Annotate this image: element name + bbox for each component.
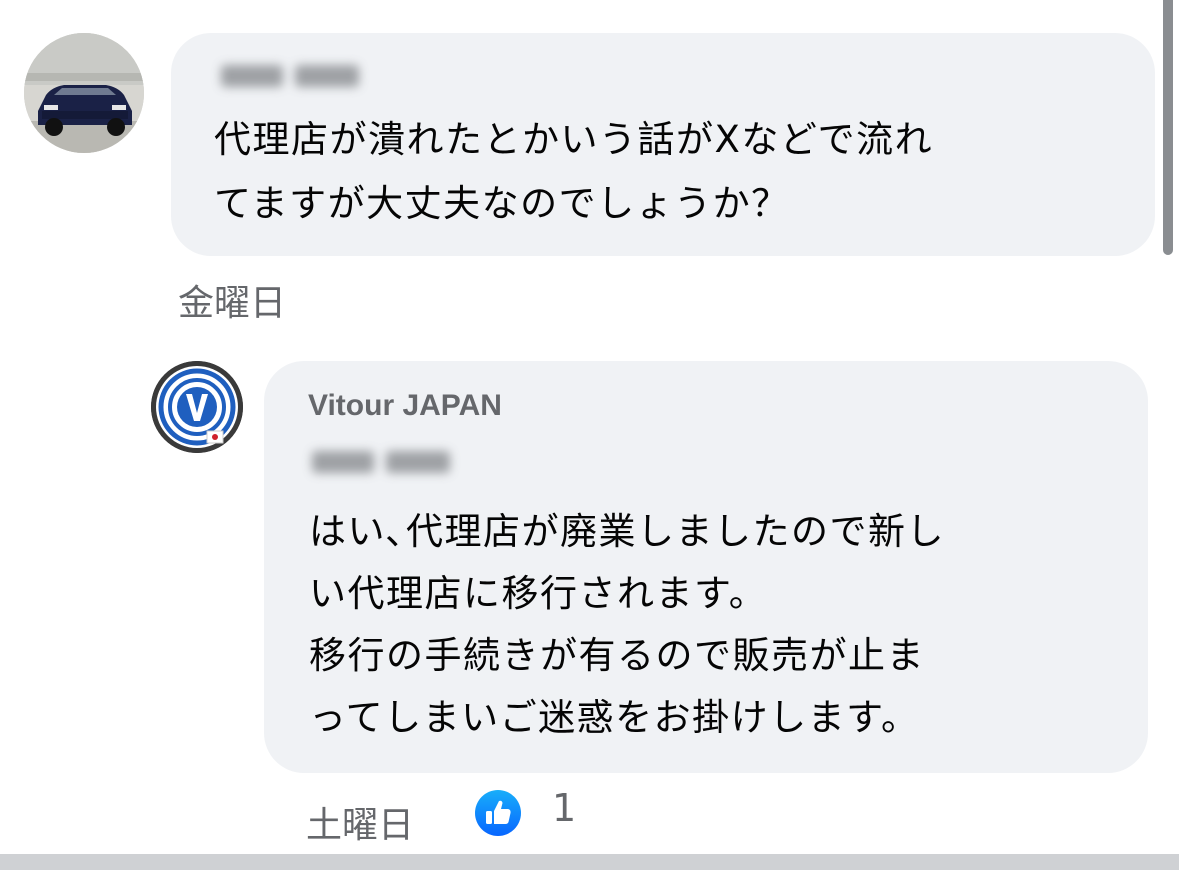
reply-line: い代理店に移行されます。 — [309, 572, 768, 615]
reply-author-name[interactable]: Vitour JAPAN — [308, 389, 502, 423]
author-name-blurred — [221, 65, 371, 95]
commenter-avatar[interactable] — [24, 33, 144, 153]
comment-timestamp[interactable]: 金曜日 — [178, 274, 286, 326]
car-photo-icon — [24, 33, 144, 153]
bottom-divider — [0, 854, 1179, 870]
comment-line: 代理店が潰れたとかいう話がXなどで流れ — [214, 118, 934, 161]
reply-text: はい､代理店が廃業しましたので新し い代理店に移行されます。 移行の手続きが有る… — [309, 501, 945, 749]
reply-line: ってしまいご迷惑をお掛けします。 — [309, 696, 920, 739]
reply-line: 移行の手続きが有るので販売が止ま — [309, 634, 925, 677]
mention-name-blurred[interactable] — [312, 451, 462, 481]
reaction-count[interactable]: 1 — [552, 786, 576, 830]
comment-line: てますが大丈夫なのでしょうか？ — [214, 182, 790, 225]
comment-text: 代理店が潰れたとかいう話がXなどで流れ てますが大丈夫なのでしょうか？ — [214, 108, 933, 236]
vitour-logo-icon — [151, 361, 243, 453]
reply-bubble[interactable]: Vitour JAPAN はい､代理店が廃業しましたので新し い代理店に移行され… — [264, 361, 1148, 773]
scrollbar[interactable] — [1163, 0, 1173, 255]
thumbs-up-icon[interactable] — [474, 789, 522, 837]
page-avatar[interactable] — [151, 361, 243, 453]
reply-timestamp[interactable]: 土曜日 — [306, 796, 414, 848]
comment-thread: 代理店が潰れたとかいう話がXなどで流れ てますが大丈夫なのでしょうか？ 金曜日 … — [0, 0, 1179, 870]
comment-bubble[interactable]: 代理店が潰れたとかいう話がXなどで流れ てますが大丈夫なのでしょうか？ — [171, 33, 1155, 256]
reply-line: はい､代理店が廃業しましたので新し — [309, 510, 945, 553]
